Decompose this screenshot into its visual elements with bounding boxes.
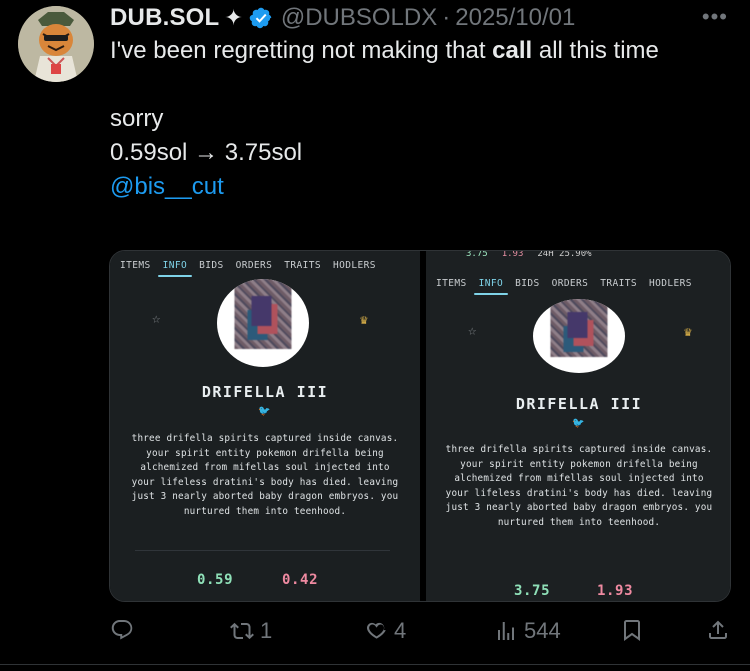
sparkle-icon: ✦: [224, 5, 243, 30]
tiger-avatar-icon: [18, 6, 94, 82]
reply-button[interactable]: [110, 618, 134, 642]
tab-bids[interactable]: BIDS: [515, 278, 539, 295]
tab-traits[interactable]: TRAITS: [600, 278, 637, 295]
price-pink: 1.93: [597, 583, 634, 599]
tab-info[interactable]: INFO: [473, 278, 509, 295]
star-icon[interactable]: ☆: [468, 323, 476, 339]
crown-icon: ♛: [360, 313, 368, 328]
retweet-icon: [230, 622, 254, 640]
price-pink: 0.42: [282, 572, 319, 588]
retweet-count: 1: [260, 618, 273, 643]
twitter-bird-icon[interactable]: 🐦: [572, 418, 584, 429]
tab-orders[interactable]: ORDERS: [552, 278, 589, 295]
mention-link[interactable]: @bis__cut: [110, 173, 224, 200]
price-green: 3.75: [514, 583, 551, 599]
tab-info[interactable]: INFO: [157, 260, 193, 277]
tweet-actions: 1 4 544: [110, 618, 730, 648]
crown-icon: ♛: [684, 325, 692, 340]
bookmark-icon: [624, 620, 640, 641]
share-icon: [709, 620, 727, 639]
tab-hodlers[interactable]: HODLERS: [333, 260, 376, 277]
tweet-line-1: I've been regretting not making that cal…: [110, 37, 659, 64]
media-image-left[interactable]: ITEMS INFO BIDS ORDERS TRAITS HODLERS ☆ …: [110, 251, 420, 601]
share-button[interactable]: [706, 618, 730, 642]
more-options-icon[interactable]: •••: [702, 4, 728, 30]
tab-items[interactable]: ITEMS: [120, 260, 151, 277]
tab-traits[interactable]: TRAITS: [284, 260, 321, 277]
tweet-date[interactable]: 2025/10/01: [455, 4, 575, 32]
nft-image: [533, 299, 625, 373]
author-avatar[interactable]: [18, 6, 94, 82]
divider: [135, 550, 390, 551]
views-chart-icon: [498, 622, 514, 640]
views-count: 544: [524, 618, 561, 643]
tweet-header: DUB.SOL ✦ @DUBSOLDX · 2025/10/01: [110, 3, 575, 33]
price-strip: 3.75 1.93 24H 25.90%: [466, 251, 592, 259]
heart-icon: [366, 622, 386, 639]
tab-orders[interactable]: ORDERS: [236, 260, 273, 277]
tweet-text: I've been regretting not making that cal…: [110, 34, 710, 204]
nft-tabs-right: ITEMS INFO BIDS ORDERS TRAITS HODLERS: [436, 278, 692, 295]
star-icon[interactable]: ☆: [152, 311, 160, 327]
nft-image: [217, 279, 309, 367]
nft-title: DRIFELLA III: [515, 395, 643, 413]
tweet-line-3: 0.59sol → 3.75sol: [110, 139, 303, 166]
header-separator: ·: [442, 4, 451, 31]
media-image-right[interactable]: 3.75 1.93 24H 25.90% ITEMS INFO BIDS ORD…: [426, 251, 730, 601]
views-button[interactable]: 544: [494, 618, 561, 644]
nft-title: DRIFELLA III: [201, 383, 329, 401]
tweet-bottom-border: [0, 664, 750, 665]
nft-tabs-left: ITEMS INFO BIDS ORDERS TRAITS HODLERS: [120, 260, 376, 277]
author-name[interactable]: DUB.SOL: [110, 4, 219, 32]
nft-description: three drifella spirits captured inside c…: [445, 444, 713, 528]
retweet-button[interactable]: 1: [230, 618, 272, 644]
tweet-line-2: sorry: [110, 105, 164, 132]
nft-description: three drifella spirits captured inside c…: [131, 433, 399, 517]
tab-bids[interactable]: BIDS: [199, 260, 223, 277]
tweet-media[interactable]: ITEMS INFO BIDS ORDERS TRAITS HODLERS ☆ …: [109, 250, 731, 602]
like-button[interactable]: 4: [364, 618, 406, 644]
bookmark-button[interactable]: [620, 618, 644, 642]
price-green: 0.59: [197, 572, 234, 588]
twitter-bird-icon[interactable]: 🐦: [258, 406, 270, 417]
verified-badge-icon[interactable]: [249, 6, 273, 30]
tab-items[interactable]: ITEMS: [436, 278, 467, 295]
like-count: 4: [394, 618, 407, 643]
author-handle[interactable]: @DUBSOLDX: [281, 4, 437, 32]
reply-icon: [111, 620, 133, 640]
tab-hodlers[interactable]: HODLERS: [649, 278, 692, 295]
